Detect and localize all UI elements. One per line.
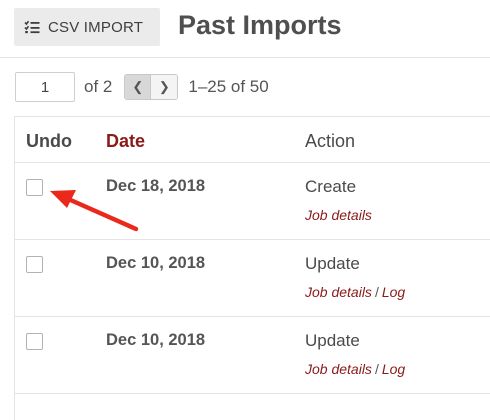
- undo-checkbox[interactable]: [26, 179, 43, 196]
- table-row: Dec 10, 2018 Update Job details / Log: [15, 240, 490, 317]
- page-title: Past Imports: [178, 10, 342, 40]
- link-separator: /: [374, 361, 379, 377]
- chevron-left-icon: ❮: [132, 79, 144, 94]
- chevron-right-icon: ❯: [158, 79, 170, 94]
- page-number-input[interactable]: [15, 72, 75, 102]
- job-details-link[interactable]: Job details: [305, 207, 372, 223]
- column-header-undo: Undo: [26, 131, 72, 151]
- job-details-link[interactable]: Job details: [305, 361, 372, 377]
- column-header-action: Action: [305, 131, 356, 151]
- undo-checkbox[interactable]: [26, 256, 43, 273]
- log-link[interactable]: Log: [382, 361, 405, 377]
- undo-checkbox[interactable]: [26, 333, 43, 350]
- csv-import-label: CSV IMPORT: [48, 18, 144, 36]
- job-details-link[interactable]: Job details: [305, 284, 372, 300]
- import-action: Update: [305, 254, 360, 273]
- table-row: Dec 10, 2018 Update Job details / Log: [15, 317, 490, 394]
- pager-arrows: ❮ ❯: [124, 74, 179, 100]
- row-links: Job details / Log: [305, 284, 405, 300]
- list-check-icon: [24, 20, 40, 34]
- result-range-text: 1–25 of 50: [188, 77, 269, 96]
- past-imports-page: CSV IMPORT Past Imports of 2 ❮ ❯ 1–25 of…: [0, 0, 490, 420]
- page-count-text: of 2: [84, 77, 113, 96]
- link-separator: /: [374, 284, 379, 300]
- import-date: Dec 10, 2018: [106, 254, 206, 272]
- row-links: Job details / Log: [305, 361, 405, 377]
- table-row: Dec 18, 2018 Create Job details: [15, 163, 490, 240]
- previous-page-button[interactable]: ❮: [125, 75, 152, 99]
- next-page-button[interactable]: ❯: [151, 75, 178, 99]
- log-link[interactable]: Log: [382, 284, 405, 300]
- row-links: Job details: [305, 207, 372, 223]
- table-header-row: Undo Date Action: [15, 117, 490, 163]
- csv-import-button[interactable]: CSV IMPORT: [14, 8, 160, 46]
- imports-table: Undo Date Action Dec 18, 2018 Create Job…: [14, 116, 490, 420]
- import-action: Update: [305, 331, 360, 350]
- import-date: Dec 10, 2018: [106, 331, 206, 349]
- import-date: Dec 18, 2018: [106, 177, 206, 195]
- pagination: of 2 ❮ ❯ 1–25 of 50: [15, 72, 269, 102]
- page-header: CSV IMPORT Past Imports: [0, 0, 490, 58]
- import-action: Create: [305, 177, 357, 196]
- column-header-date[interactable]: Date: [106, 131, 145, 152]
